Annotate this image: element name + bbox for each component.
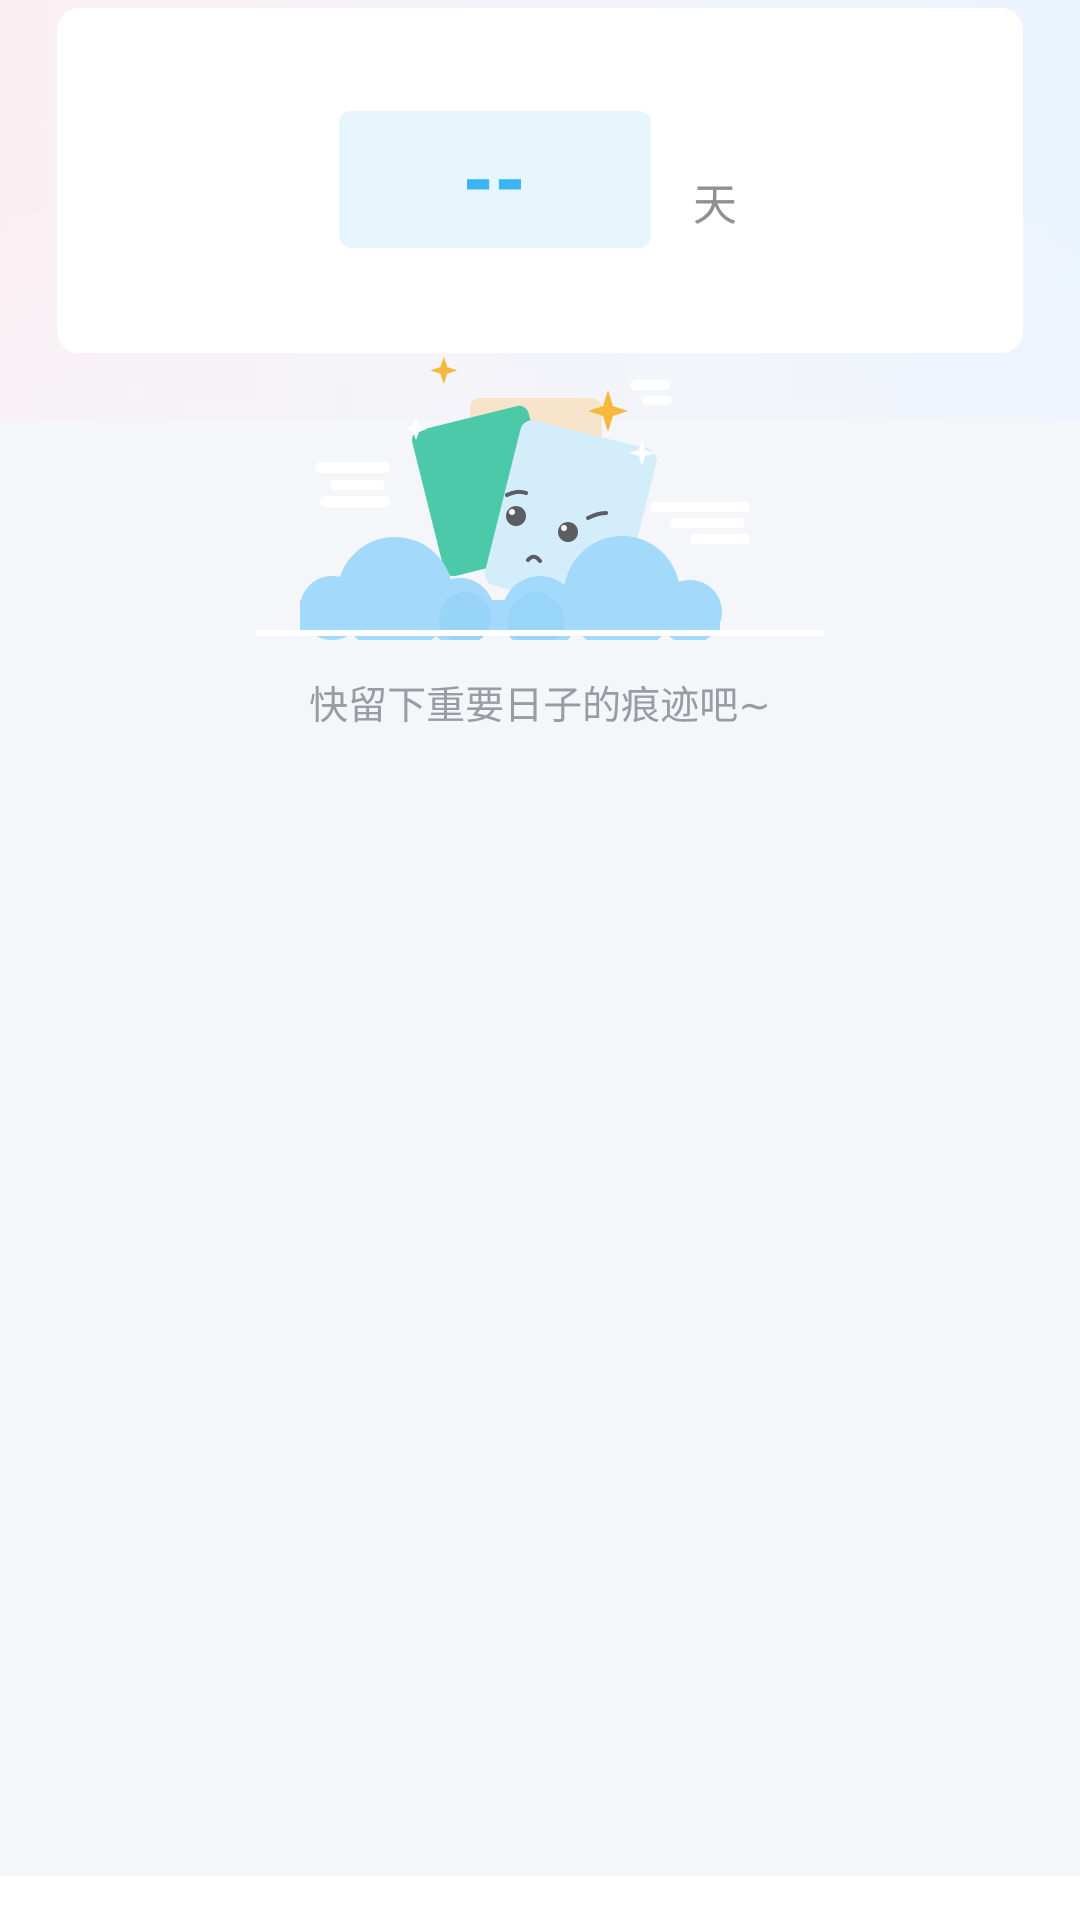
days-value-box: --: [339, 111, 651, 248]
sad-cards-on-cloud-illustration-icon: [255, 356, 825, 653]
bottom-bar: [0, 1876, 1080, 1920]
days-unit-label: 天: [693, 180, 737, 231]
empty-state-message: 快留下重要日子的痕迹吧~: [309, 684, 771, 729]
empty-state-illustration: [250, 350, 830, 653]
days-value: --: [463, 137, 527, 222]
day-counter-card: -- 天: [57, 8, 1023, 353]
